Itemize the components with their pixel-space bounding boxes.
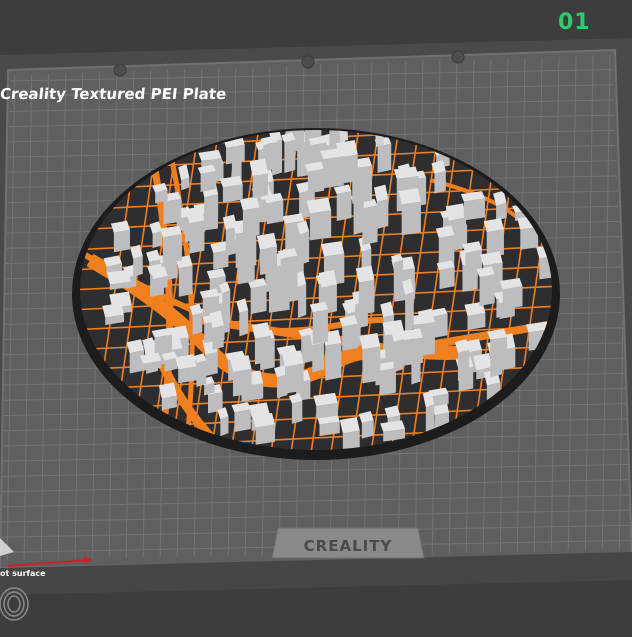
building — [204, 194, 219, 222]
brand-label: CREALITY — [303, 537, 393, 555]
plate-clip-mid — [301, 55, 315, 69]
building — [189, 220, 205, 254]
building — [226, 144, 245, 165]
building — [405, 291, 414, 332]
building — [355, 265, 375, 283]
plate-clip-left — [113, 63, 127, 77]
building — [342, 430, 360, 450]
building — [362, 205, 378, 246]
building — [249, 158, 268, 177]
building — [250, 285, 267, 315]
building — [152, 231, 163, 249]
building — [163, 198, 182, 225]
building — [379, 367, 396, 396]
building — [255, 424, 276, 445]
building — [297, 283, 307, 318]
building — [232, 368, 252, 397]
building — [113, 229, 131, 253]
building — [307, 168, 325, 194]
building — [309, 210, 332, 241]
3d-viewport[interactable]: 01 Creality Textured PEI Plate CREALITY … — [0, 0, 632, 632]
building — [496, 202, 507, 221]
building — [358, 279, 375, 316]
building — [402, 337, 423, 366]
building — [457, 349, 470, 381]
building — [336, 191, 352, 221]
surface-label: ot surface — [0, 569, 46, 578]
building — [129, 350, 145, 374]
building — [376, 199, 389, 229]
building — [162, 234, 182, 264]
building — [252, 173, 268, 199]
building — [393, 259, 404, 294]
building — [205, 351, 218, 377]
building — [291, 400, 303, 424]
building — [186, 206, 205, 224]
building — [425, 404, 435, 434]
building — [259, 246, 278, 275]
building — [280, 255, 298, 298]
building — [401, 201, 421, 236]
building — [434, 170, 446, 194]
building — [445, 203, 467, 221]
building — [220, 416, 229, 437]
building — [362, 346, 381, 384]
building — [212, 325, 224, 350]
building — [502, 286, 523, 310]
building — [256, 232, 278, 250]
building — [284, 363, 304, 394]
building — [222, 290, 231, 326]
building — [490, 336, 508, 363]
building — [299, 231, 310, 265]
building — [192, 312, 203, 335]
building — [353, 201, 364, 235]
building — [254, 335, 271, 365]
plate-clip-right — [451, 50, 465, 64]
building — [323, 156, 344, 189]
building — [200, 170, 216, 193]
building — [318, 270, 337, 288]
building — [229, 355, 252, 372]
building — [393, 338, 404, 373]
building — [178, 265, 193, 297]
building — [234, 409, 251, 432]
building — [196, 360, 207, 388]
building — [361, 420, 374, 439]
building — [439, 267, 455, 290]
building — [473, 352, 493, 371]
building — [342, 323, 358, 352]
building — [312, 342, 325, 373]
building — [479, 274, 495, 307]
building — [377, 143, 392, 173]
building — [242, 207, 260, 238]
plate-number: 01 — [558, 10, 591, 35]
building — [463, 198, 486, 221]
building — [312, 309, 328, 345]
plate-title: Creality Textured PEI Plate — [0, 85, 228, 103]
building — [133, 256, 143, 277]
building — [222, 184, 243, 203]
building — [284, 139, 296, 174]
building — [325, 342, 342, 381]
building — [239, 310, 249, 337]
building — [266, 200, 284, 225]
